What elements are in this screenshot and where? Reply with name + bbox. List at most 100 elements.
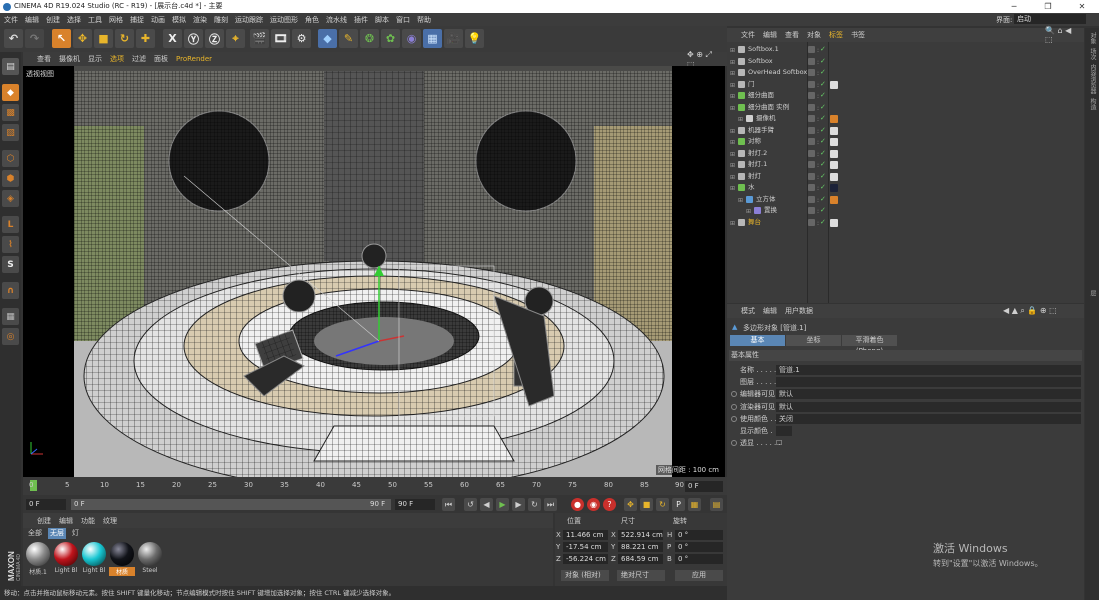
menu-help[interactable]: 帮助 xyxy=(417,15,431,25)
strip-tab-takes[interactable]: 场次 xyxy=(1088,48,1097,60)
menu-file[interactable]: 文件 xyxy=(4,15,18,25)
apply-button[interactable]: 应用 xyxy=(675,570,723,581)
enabled-check-icon[interactable]: ✓ xyxy=(820,56,826,67)
material-swatch[interactable]: 材质 xyxy=(109,542,135,576)
rotation-b-field[interactable]: 0 ° xyxy=(675,554,723,564)
render-picture-viewer-icon[interactable]: 🎞 xyxy=(271,29,290,48)
object-row[interactable]: ⊞ 水: ✓ xyxy=(727,182,1084,194)
tab-coordinates[interactable]: 坐标 xyxy=(786,335,841,346)
polygons-mode-icon[interactable]: ◈ xyxy=(2,190,19,207)
key-point-level-icon[interactable]: ▦ xyxy=(688,498,701,511)
expand-toggle-icon[interactable]: ⊞ xyxy=(730,128,735,135)
menu-tools[interactable]: 工具 xyxy=(88,15,102,25)
animation-radio-icon[interactable] xyxy=(731,440,737,447)
magnet-icon[interactable]: ∩ xyxy=(2,282,19,299)
minimize-button[interactable]: ─ xyxy=(997,0,1031,13)
material-menu-texture[interactable]: 纹理 xyxy=(103,516,117,526)
menu-create[interactable]: 创建 xyxy=(46,15,60,25)
visibility-dots-icon[interactable]: : xyxy=(817,151,819,158)
tab-basic[interactable]: 基本 xyxy=(730,335,785,346)
viewport-menu-display[interactable]: 显示 xyxy=(88,54,102,64)
material-menu-function[interactable]: 功能 xyxy=(81,516,95,526)
rotation-p-field[interactable]: 0 ° xyxy=(675,542,723,552)
visibility-dots-icon[interactable]: : xyxy=(817,128,819,135)
enabled-check-icon[interactable]: ✓ xyxy=(820,217,826,228)
menu-character[interactable]: 角色 xyxy=(305,15,319,25)
play-icon[interactable]: ▶ xyxy=(496,498,509,511)
size-mode-select[interactable]: 绝对尺寸 xyxy=(617,570,665,581)
visibility-dots-icon[interactable]: : xyxy=(817,116,819,123)
menu-motion-tracking[interactable]: 运动跟踪 xyxy=(235,15,263,25)
menu-snap[interactable]: 捕捉 xyxy=(130,15,144,25)
light-icon[interactable]: 💡 xyxy=(465,29,484,48)
expand-toggle-icon[interactable]: ⊞ xyxy=(730,47,735,54)
expand-toggle-icon[interactable]: ⊞ xyxy=(730,162,735,169)
attribute-menu-user-data[interactable]: 用户数据 xyxy=(785,306,813,316)
layer-swatch-icon[interactable] xyxy=(808,207,815,214)
object-row[interactable]: ⊞ 摄像机: ✓ xyxy=(727,113,1084,125)
expand-toggle-icon[interactable]: ⊞ xyxy=(730,105,735,112)
size-y-field[interactable]: 88.221 cm xyxy=(618,542,663,552)
menu-sculpt[interactable]: 雕刻 xyxy=(214,15,228,25)
size-z-field[interactable]: 684.59 cm xyxy=(618,554,663,564)
move-icon[interactable]: ✥ xyxy=(73,29,92,48)
object-row[interactable]: ⊞ 细分曲面: ✓ xyxy=(727,90,1084,102)
strip-tab-content-browser[interactable]: 内容浏览器 xyxy=(1088,64,1097,94)
menu-script[interactable]: 脚本 xyxy=(375,15,389,25)
model-mode-icon[interactable]: ◆ xyxy=(2,84,19,101)
object-menu-bookmarks[interactable]: 书签 xyxy=(851,30,865,40)
animation-radio-icon[interactable] xyxy=(731,391,737,398)
xray-checkbox[interactable]: ☐ xyxy=(776,437,782,449)
object-tag-icon[interactable] xyxy=(830,149,838,158)
visibility-dots-icon[interactable]: : xyxy=(817,139,819,146)
go-to-start-icon[interactable]: ⏮ xyxy=(442,498,455,511)
visibility-dots-icon[interactable]: : xyxy=(817,59,819,66)
object-row[interactable]: ⊞ 射灯.2: ✓ xyxy=(727,148,1084,160)
layer-swatch-icon[interactable] xyxy=(808,184,815,191)
attribute-value-field[interactable]: 管道.1 xyxy=(776,365,1081,375)
layer-swatch-icon[interactable] xyxy=(808,103,815,111)
object-row[interactable]: ⊞ 机器手臂: ✓ xyxy=(727,125,1084,137)
expand-toggle-icon[interactable]: ⊞ xyxy=(730,82,735,89)
attribute-nav-icons[interactable]: ◀ ▲ ⌕ 🔒 ⊕ ⬚ xyxy=(1003,306,1057,316)
enabled-check-icon[interactable]: ✓ xyxy=(820,159,826,170)
object-menu-file[interactable]: 文件 xyxy=(741,30,755,40)
viewport-menu-options[interactable]: 选项 xyxy=(110,54,124,64)
layer-swatch-icon[interactable] xyxy=(808,115,815,122)
scale-icon[interactable]: ■ xyxy=(94,29,113,48)
solo-icon[interactable]: ◎ xyxy=(2,328,19,345)
menu-select[interactable]: 选择 xyxy=(67,15,81,25)
menu-edit[interactable]: 编辑 xyxy=(25,15,39,25)
viewport-menu-prorender[interactable]: ProRender xyxy=(176,55,212,63)
object-tag-icon[interactable] xyxy=(830,195,838,204)
layer-swatch-icon[interactable] xyxy=(808,57,815,65)
expand-toggle-icon[interactable]: ⊞ xyxy=(730,220,735,227)
expand-toggle-icon[interactable]: ⊞ xyxy=(738,116,743,123)
menu-animate[interactable]: 动画 xyxy=(151,15,165,25)
expand-toggle-icon[interactable]: ⊞ xyxy=(738,197,743,204)
enabled-check-icon[interactable]: ✓ xyxy=(820,102,826,113)
expand-toggle-icon[interactable]: ⊞ xyxy=(730,151,735,158)
animation-radio-icon[interactable] xyxy=(731,403,737,410)
animation-radio-icon[interactable] xyxy=(731,415,737,422)
y-axis-icon[interactable]: Ⓨ xyxy=(184,29,203,48)
recent-tool-icon[interactable]: ✚ xyxy=(136,29,155,48)
workplane-icon[interactable]: ▧ xyxy=(2,124,19,141)
visibility-dots-icon[interactable]: : xyxy=(817,70,819,77)
expand-toggle-icon[interactable]: ⊞ xyxy=(730,185,735,192)
material-swatch[interactable]: Light Bl xyxy=(53,542,79,574)
material-filter-no-layer[interactable]: 无层 xyxy=(48,528,66,539)
axis-mode-icon[interactable]: L xyxy=(2,216,19,233)
layout-select[interactable]: 启动 xyxy=(1014,14,1086,24)
visibility-dots-icon[interactable]: : xyxy=(817,197,819,204)
expand-toggle-icon[interactable]: ⊞ xyxy=(730,174,735,181)
enabled-check-icon[interactable]: ✓ xyxy=(820,148,826,159)
position-x-field[interactable]: 11.466 cm xyxy=(563,530,608,540)
array-icon[interactable]: ✿ xyxy=(381,29,400,48)
visibility-dots-icon[interactable]: : xyxy=(817,174,819,181)
position-y-field[interactable]: -17.54 cm xyxy=(563,542,608,552)
object-row[interactable]: ⊞ 舞台: ✓ xyxy=(727,217,1084,229)
viewport-menu-cameras[interactable]: 摄像机 xyxy=(59,54,80,64)
points-mode-icon[interactable]: ⬡ xyxy=(2,150,19,167)
strip-tab-layers[interactable]: 层 xyxy=(1088,290,1097,296)
